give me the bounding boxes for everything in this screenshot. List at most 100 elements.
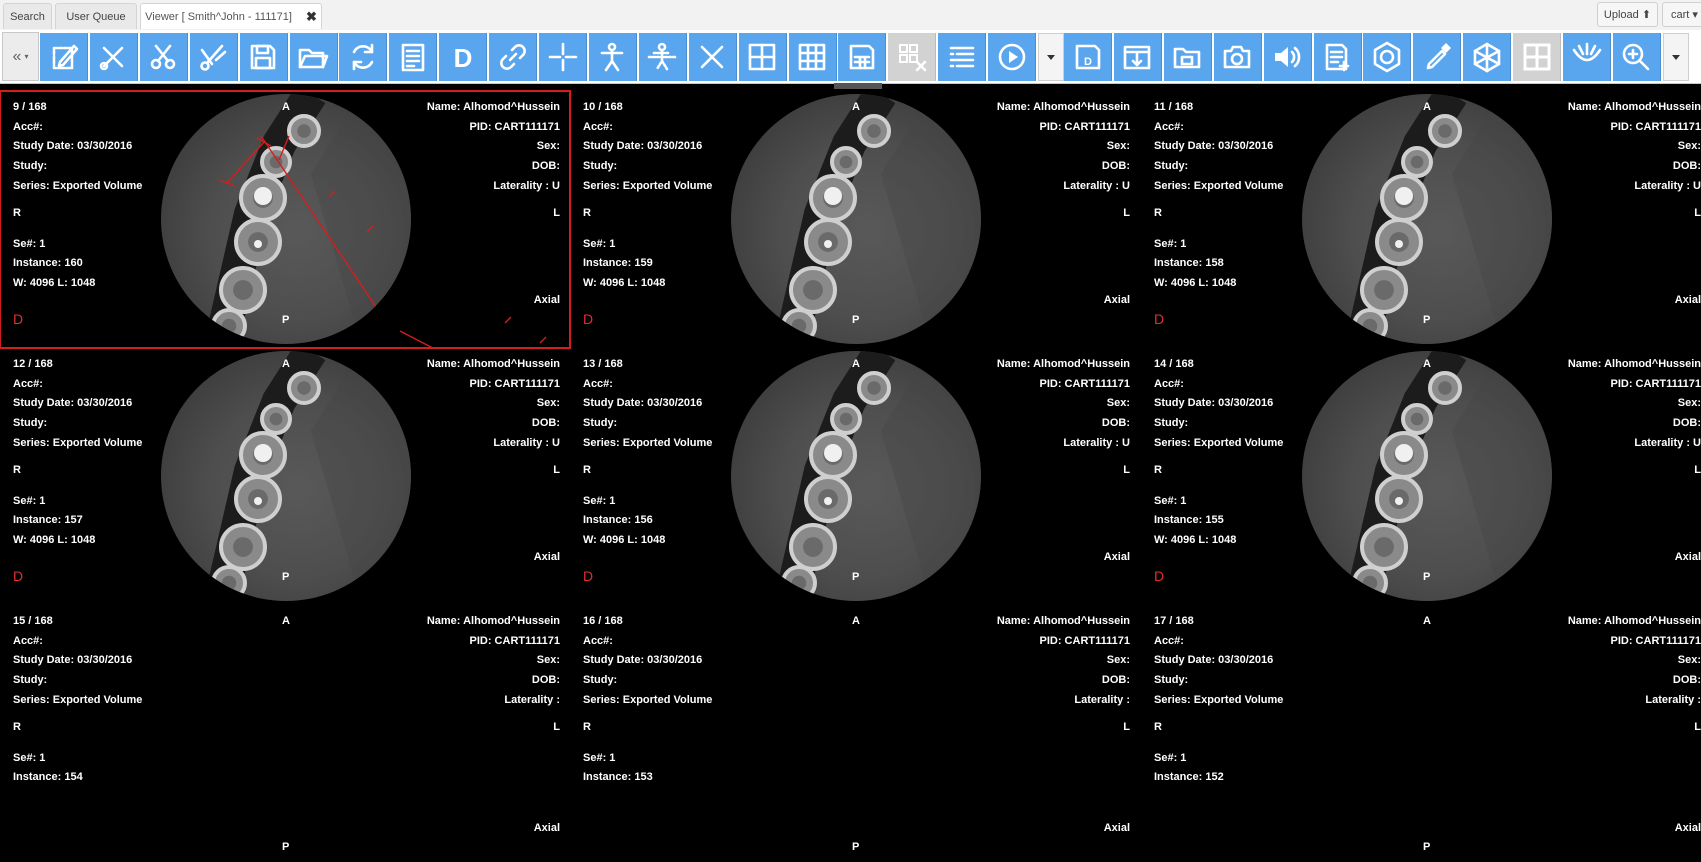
viewport[interactable]: 9 / 168Acc#:Study Date: 03/30/2016Study:… [0,91,570,348]
toolbar-button-report[interactable] [389,33,437,81]
patient-name: Name: Alhomod^Hussein [997,615,1130,628]
orientation-left: L [1694,721,1701,734]
toolbar-button-speaker[interactable] [1264,33,1312,81]
patient-id: PID: CART111171 [1611,635,1701,648]
window-level: W: 4096 L: 1048 [1154,277,1236,290]
close-icon[interactable]: ✖ [306,9,317,25]
toolbar-button-layout-3x3[interactable] [789,33,837,81]
toolbar-button-scissors[interactable] [140,33,188,81]
toolbar-button-save-layout[interactable] [838,33,886,81]
toolbar-scroll-handle[interactable] [834,83,882,89]
series-number: Se#: 1 [583,238,615,251]
ct-axial-image[interactable] [731,94,981,344]
orientation-posterior: P [282,314,289,327]
link-icon [496,40,530,74]
toolbar-button-camera[interactable] [1214,33,1262,81]
viewport[interactable]: 14 / 168Acc#:Study Date: 03/30/2016Study… [1141,348,1701,605]
orientation-posterior: P [282,571,289,584]
toolbar-button-document-add[interactable] [1314,33,1362,81]
laterality: Laterality : U [493,437,560,450]
3d-volume-icon [1470,40,1504,74]
orientation-left: L [1694,207,1701,220]
series-label: Series: Exported Volume [1154,694,1283,707]
trim-icon [695,40,729,74]
dropdown-caret-icon [1670,51,1682,63]
ct-axial-image[interactable] [1302,351,1552,601]
dental-marker: D [1154,313,1164,326]
viewport[interactable]: 11 / 168Acc#:Study Date: 03/30/2016Study… [1141,91,1701,348]
toolbar-button-open-folder[interactable] [290,33,338,81]
toolbar-button-export[interactable] [1114,33,1162,81]
toolbar-button-series-list[interactable] [938,33,986,81]
toolbar-button-dental-d[interactable]: D [439,33,487,81]
toolbar-button-mpr-grid[interactable] [1513,33,1561,81]
toolbar-button-dropdown-caret[interactable] [1663,33,1689,81]
tab-search[interactable]: Search [3,3,52,29]
toolbar-button-cut[interactable] [90,33,138,81]
toolbar-button-body-scan[interactable] [639,33,687,81]
series-number: Se#: 1 [13,238,45,251]
toolbar-button-layout-2x2[interactable] [739,33,787,81]
toolbar-button-hexagon[interactable] [1363,33,1411,81]
ct-axial-image[interactable] [161,94,411,344]
toolbar-button-refresh[interactable] [339,33,387,81]
instance-number: Instance: 159 [583,257,653,270]
upload-button[interactable]: Upload ⬆ [1597,2,1658,27]
toolbar-button-trim[interactable] [689,33,737,81]
patient-id: PID: CART111171 [470,121,561,134]
pipette-icon [1420,40,1454,74]
ct-axial-image[interactable] [161,351,411,601]
viewport[interactable]: 10 / 168Acc#:Study Date: 03/30/2016Study… [570,91,1140,348]
laterality: Laterality : U [493,180,560,193]
orientation-anterior: A [852,615,860,628]
user-menu-button[interactable]: cart ▾ [1662,2,1701,27]
tab-viewer[interactable]: Viewer [ Smith^John - 111171] ✖ [140,3,322,29]
toolbar-button-scissors-multi[interactable] [190,33,238,81]
viewport[interactable]: 15 / 168Acc#:Study Date: 03/30/2016Study… [0,605,570,862]
toolbar-button-magnifier[interactable] [1613,33,1661,81]
toolbar-button-link[interactable] [489,33,537,81]
toolbar-button-dropdown-caret[interactable] [1038,33,1064,81]
acc-number: Acc#: [1154,121,1184,134]
toolbar-button-save-dicom[interactable]: D [1064,33,1112,81]
frame-counter: 16 / 168 [583,615,623,628]
toolbar-button-folder[interactable] [1164,33,1212,81]
instance-number: Instance: 155 [1154,514,1224,527]
layout-3x3-icon [795,40,829,74]
grid-clear-icon [895,40,929,74]
patient-id: PID: CART111171 [1040,635,1131,648]
orientation-posterior: P [852,314,859,327]
study-label: Study: [1154,160,1188,173]
series-label: Series: Exported Volume [13,437,142,450]
ct-axial-image[interactable] [1302,94,1552,344]
hexagon-icon [1370,40,1404,74]
instance-number: Instance: 157 [13,514,83,527]
toolbar-button-panoramic-curve[interactable] [1563,33,1611,81]
viewport[interactable]: 13 / 168Acc#:Study Date: 03/30/2016Study… [570,348,1140,605]
viewport[interactable]: 17 / 168Acc#:Study Date: 03/30/2016Study… [1141,605,1701,862]
toolbar-button-pencil-annotate[interactable] [40,33,88,81]
toolbar-button-pipette[interactable] [1413,33,1461,81]
collapse-toolbar-button[interactable]: «▾ [2,32,39,81]
toolbar-button-3d-volume[interactable] [1463,33,1511,81]
toolbar-button-save[interactable] [240,33,288,81]
toolbar-button-grid-clear[interactable] [888,33,936,81]
orientation-posterior: P [1423,841,1430,854]
patient-dob: DOB: [1673,160,1701,173]
acc-number: Acc#: [583,121,613,134]
viewport[interactable]: 12 / 168Acc#:Study Date: 03/30/2016Study… [0,348,570,605]
series-label: Series: Exported Volume [1154,180,1283,193]
viewport[interactable]: 16 / 168Acc#:Study Date: 03/30/2016Study… [570,605,1140,862]
orientation-anterior: A [1423,101,1431,114]
toolbar-button-body-figure[interactable] [589,33,637,81]
toolbar-button-play-cine[interactable] [988,33,1036,81]
tab-user-queue[interactable]: User Queue [55,3,137,29]
plane-label: Axial [1104,294,1130,307]
ct-axial-image[interactable] [731,351,981,601]
crosshair-icon [546,40,580,74]
toolbar-button-crosshair[interactable] [539,33,587,81]
magnifier-icon [1619,40,1653,74]
orientation-right: R [1154,721,1162,734]
orientation-anterior: A [852,101,860,114]
laterality: Laterality : U [1063,180,1130,193]
